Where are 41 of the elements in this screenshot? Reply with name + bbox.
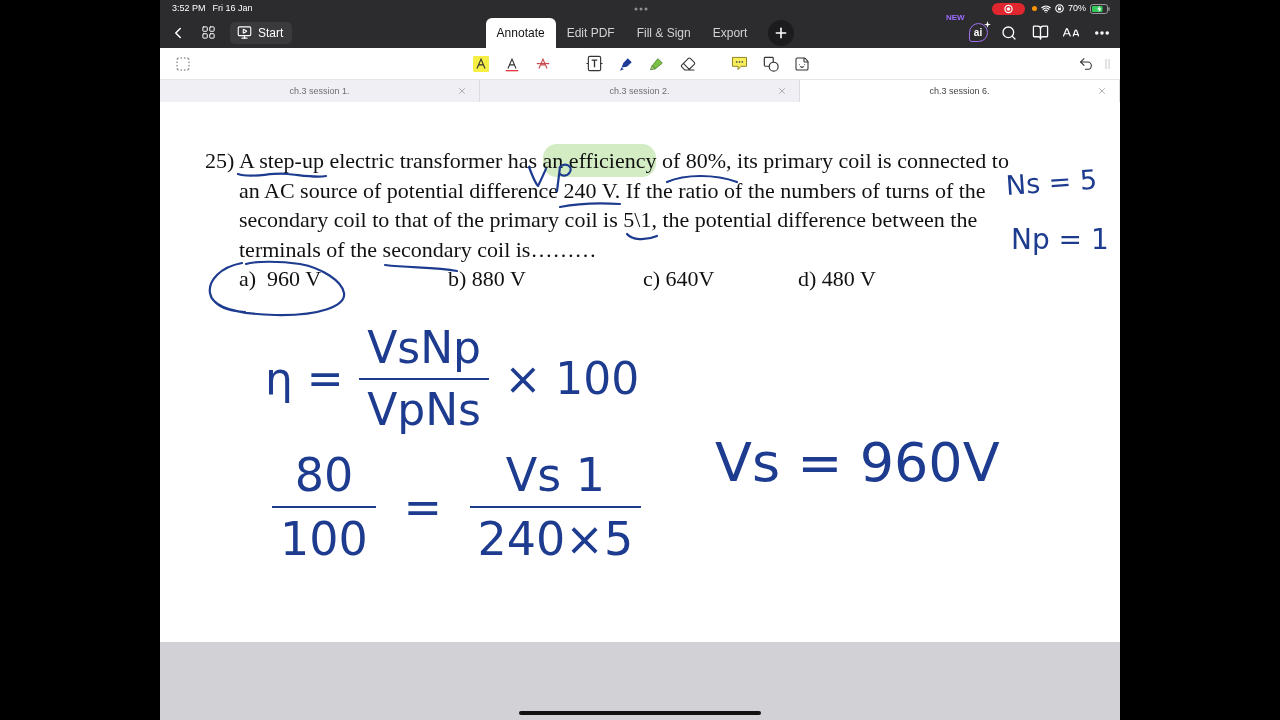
handwritten-numerator: Vs 1 — [469, 452, 642, 508]
handwritten-denominator: VpNs — [366, 383, 482, 432]
answer-option: b) 880 V — [448, 264, 526, 294]
new-label: NEW — [946, 13, 965, 22]
battery-icon — [1090, 3, 1110, 14]
add-tab-button[interactable] — [768, 20, 795, 46]
tab-title: ch.3 session 1. — [289, 86, 350, 96]
handwritten-numerator: VsNp — [359, 326, 489, 380]
answer-option: c) 640V — [643, 264, 715, 294]
mode-tab[interactable]: Edit PDF — [555, 18, 626, 48]
handwritten-denominator: 240×5 — [476, 511, 635, 562]
answer-option: a) 960 V — [239, 264, 322, 294]
grid-icon[interactable] — [200, 25, 216, 40]
mode-tab[interactable]: Fill & Sign — [625, 18, 702, 48]
wifi-icon — [1041, 3, 1051, 14]
question-number: 25) — [205, 147, 236, 175]
handwritten-note: Np = 1 — [1011, 226, 1109, 254]
recording-indicator-icon — [992, 2, 1025, 15]
tab-title: ch.3 session 2. — [609, 86, 670, 96]
ink-underline — [625, 232, 659, 241]
handwritten-text: × 100 — [504, 357, 640, 401]
sparkle-icon — [984, 20, 991, 28]
status-date: Fri 16 Jan — [212, 4, 253, 13]
rotation-lock-icon — [1055, 4, 1064, 13]
presentation-icon[interactable] — [237, 25, 252, 40]
ellipsis-icon — [634, 6, 648, 11]
mode-tab[interactable]: Export — [701, 18, 759, 48]
handwritten-numerator: 80 — [272, 452, 376, 508]
handwritten-text: = — [403, 484, 442, 530]
mode-tab[interactable]: Annotate — [485, 18, 556, 48]
handwritten-note: Vs = 960V — [715, 436, 1000, 490]
start-button[interactable]: Start — [230, 21, 293, 44]
handwritten-denominator: 100 — [279, 511, 369, 562]
drag-handle-icon[interactable] — [1105, 58, 1110, 69]
tab-title: ch.3 session 6. — [929, 86, 990, 96]
ink-underline — [558, 202, 622, 209]
handwritten-text: η = — [265, 357, 344, 401]
privacy-dot-icon — [1032, 6, 1037, 11]
battery-percentage: 70% — [1068, 4, 1086, 13]
answer-option: d) 480 V — [798, 264, 876, 294]
status-time: 3:52 PM — [172, 4, 206, 13]
